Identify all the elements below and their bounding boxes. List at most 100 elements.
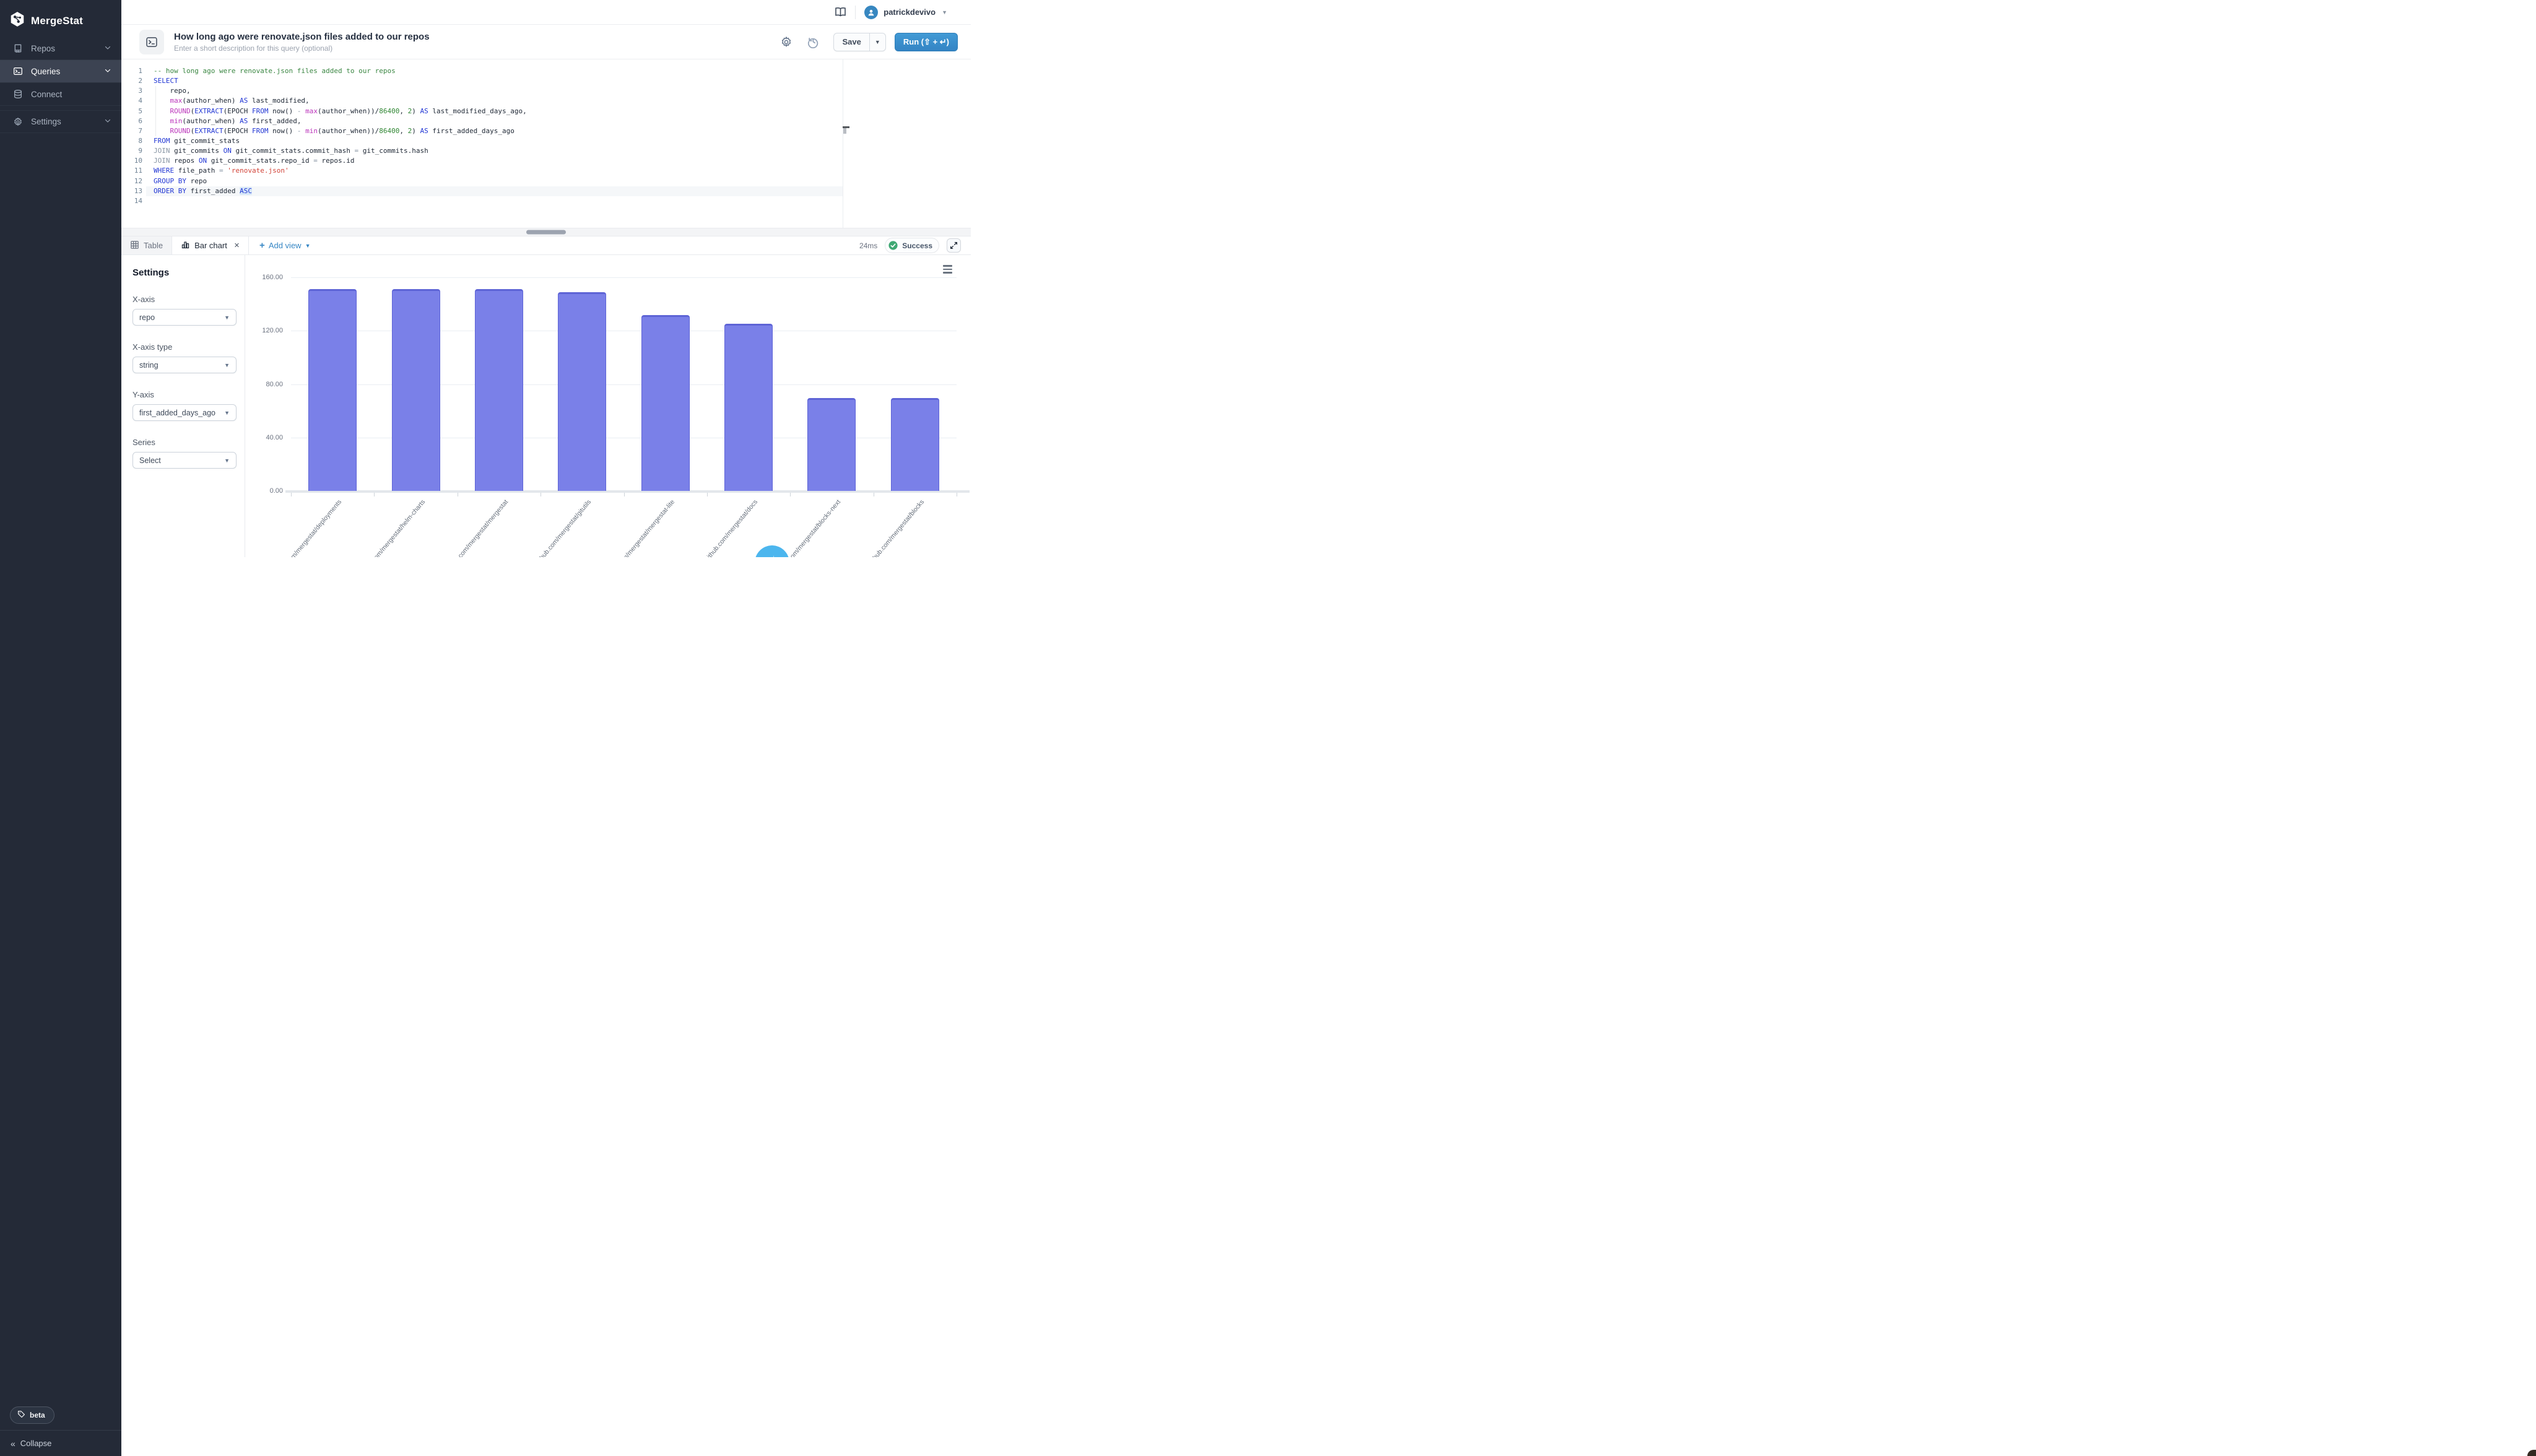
add-view-button[interactable]: + Add view ▼ bbox=[259, 236, 310, 254]
query-settings-gear-icon[interactable] bbox=[780, 36, 792, 48]
select-x-axis[interactable]: repo▼ bbox=[132, 309, 237, 326]
docs-book-icon[interactable] bbox=[835, 7, 846, 17]
editor-line-numbers: 1234567891011121314 bbox=[121, 66, 142, 206]
expand-results-button[interactable] bbox=[947, 238, 961, 253]
panel-resize-strip[interactable] bbox=[121, 228, 971, 236]
code-line-10[interactable]: JOIN repos ON git_commit_stats.repo_id =… bbox=[146, 156, 843, 166]
chat-widget-icon[interactable] bbox=[755, 545, 789, 557]
user-menu-caret-icon[interactable]: ▼ bbox=[942, 9, 947, 15]
x-axis-label: github.com/mergestat/helm-charts bbox=[329, 498, 427, 557]
select-y-axis[interactable]: first_added_days_ago▼ bbox=[132, 404, 237, 421]
bar-docs[interactable] bbox=[724, 324, 773, 491]
select-caret-icon: ▼ bbox=[224, 457, 230, 464]
username[interactable]: patrickdevivo bbox=[884, 7, 936, 17]
select-caret-icon: ▼ bbox=[224, 410, 230, 416]
code-line-6[interactable]: min(author_when) AS first_added, bbox=[146, 116, 843, 126]
app-title: MergeStat bbox=[31, 15, 83, 27]
settings-icon bbox=[13, 117, 23, 127]
code-line-12[interactable]: GROUP BY repo bbox=[146, 176, 843, 186]
code-line-9[interactable]: JOIN git_commits ON git_commit_stats.com… bbox=[146, 146, 843, 156]
chart-settings-panel: Settings X-axisrepo▼X-axis typestring▼Y-… bbox=[121, 255, 245, 557]
collapse-chevrons-icon: « bbox=[11, 1439, 15, 1449]
code-line-7[interactable]: ROUND(EXTRACT(EPOCH FROM now() - min(aut… bbox=[146, 126, 843, 136]
success-check-icon bbox=[888, 240, 898, 251]
chart-menu-icon[interactable] bbox=[943, 265, 952, 274]
sidebar-nav: Repos Queries Connect Settings bbox=[0, 37, 121, 133]
query-header: How long ago were renovate.json files ad… bbox=[121, 25, 971, 59]
sidebar-item-repos[interactable]: Repos bbox=[0, 37, 121, 60]
plus-icon: + bbox=[259, 240, 265, 251]
panel-resize-handle[interactable] bbox=[526, 230, 566, 235]
app-logo[interactable]: MergeStat bbox=[0, 0, 121, 32]
tab-close-icon[interactable]: ✕ bbox=[234, 241, 240, 249]
bar-helm-charts[interactable] bbox=[392, 289, 440, 491]
status-badge: Success bbox=[885, 238, 939, 253]
sidebar-item-connect[interactable]: Connect bbox=[0, 83, 121, 106]
bar-deployments[interactable] bbox=[308, 289, 357, 491]
x-axis-line bbox=[285, 490, 970, 493]
bar-gitutils[interactable] bbox=[558, 292, 606, 491]
run-button[interactable]: Run (⇧ + ↵) bbox=[895, 33, 958, 51]
save-dropdown-caret[interactable]: ▼ bbox=[869, 33, 885, 51]
bar-blocks-next[interactable] bbox=[807, 398, 856, 491]
code-line-8[interactable]: FROM git_commit_stats bbox=[146, 136, 843, 146]
field-label-x-axis-type: X-axis type bbox=[132, 342, 235, 352]
code-line-11[interactable]: WHERE file_path = 'renovate.json' bbox=[146, 166, 843, 176]
x-axis-tick bbox=[291, 493, 292, 496]
sidebar-item-settings[interactable]: Settings bbox=[0, 110, 121, 133]
query-history-icon[interactable] bbox=[807, 35, 820, 48]
field-label-series: Series bbox=[132, 438, 235, 447]
save-button[interactable]: Save bbox=[834, 33, 869, 51]
tag-icon bbox=[17, 1410, 25, 1420]
sidebar-item-queries[interactable]: Queries bbox=[0, 60, 121, 83]
sidebar-item-label: Queries bbox=[31, 67, 104, 76]
x-axis-label: github.com/mergestat/docs bbox=[662, 498, 759, 557]
bar-blocks[interactable] bbox=[891, 398, 939, 491]
connect-icon bbox=[13, 89, 23, 99]
x-axis-tick bbox=[624, 493, 625, 496]
tab-bar-chart[interactable]: Bar chart ✕ bbox=[172, 236, 249, 254]
x-axis-label: github.com/mergestat/deployments bbox=[246, 498, 343, 557]
y-axis-tick-label: 160.00 bbox=[252, 274, 283, 281]
corner-widget[interactable] bbox=[2527, 1450, 2536, 1456]
code-line-14[interactable] bbox=[146, 196, 843, 206]
bar-mergestat-lite[interactable] bbox=[641, 315, 690, 491]
sidebar-item-label: Repos bbox=[31, 44, 104, 53]
query-description-placeholder[interactable]: Enter a short description for this query… bbox=[174, 44, 430, 53]
bar-mergestat[interactable] bbox=[475, 289, 523, 491]
x-axis-label: github.com/mergestat/blocks-next bbox=[745, 498, 843, 557]
save-split-button: Save ▼ bbox=[833, 33, 885, 51]
query-terminal-icon bbox=[139, 30, 164, 54]
select-x-axis-type[interactable]: string▼ bbox=[132, 357, 237, 373]
sidebar-item-label: Connect bbox=[31, 90, 111, 99]
select-series[interactable]: Select▼ bbox=[132, 452, 237, 469]
code-line-3[interactable]: repo, bbox=[146, 86, 843, 96]
code-line-13[interactable]: ORDER BY first_added ASC bbox=[146, 186, 843, 196]
code-line-1[interactable]: -- how long ago were renovate.json files… bbox=[146, 66, 843, 76]
topbar: patrickdevivo ▼ bbox=[121, 0, 971, 25]
field-label-y-axis: Y-axis bbox=[132, 390, 235, 399]
tab-table[interactable]: Table bbox=[121, 236, 172, 254]
code-line-4[interactable]: max(author_when) AS last_modified, bbox=[146, 96, 843, 106]
y-axis-tick-label: 80.00 bbox=[252, 381, 283, 388]
editor-scrollbar-thumb[interactable] bbox=[843, 128, 846, 134]
query-title[interactable]: How long ago were renovate.json files ad… bbox=[174, 32, 430, 42]
tab-bar-chart-label: Bar chart bbox=[194, 241, 227, 250]
field-label-x-axis: X-axis bbox=[132, 295, 235, 304]
code-line-5[interactable]: ROUND(EXTRACT(EPOCH FROM now() - max(aut… bbox=[146, 106, 843, 116]
results-tabbar: Table Bar chart ✕ + Add view ▼ 24ms Succ… bbox=[121, 236, 971, 255]
avatar[interactable] bbox=[864, 6, 878, 19]
editor-code[interactable]: -- how long ago were renovate.json files… bbox=[146, 66, 843, 206]
sql-editor[interactable]: 1234567891011121314 -- how long ago were… bbox=[121, 59, 971, 228]
collapse-label: Collapse bbox=[20, 1439, 52, 1448]
beta-badge: beta bbox=[10, 1406, 54, 1424]
y-axis-tick-label: 40.00 bbox=[252, 434, 283, 441]
collapse-sidebar-button[interactable]: « Collapse bbox=[0, 1430, 121, 1456]
chevron-down-icon bbox=[104, 67, 111, 76]
tab-table-label: Table bbox=[144, 241, 163, 250]
x-axis-label: github.com/mergestat/mergestat-lite bbox=[579, 498, 676, 557]
x-axis-tick bbox=[790, 493, 791, 496]
code-line-2[interactable]: SELECT bbox=[146, 76, 843, 86]
topbar-divider bbox=[855, 6, 856, 19]
query-duration: 24ms bbox=[859, 241, 877, 250]
